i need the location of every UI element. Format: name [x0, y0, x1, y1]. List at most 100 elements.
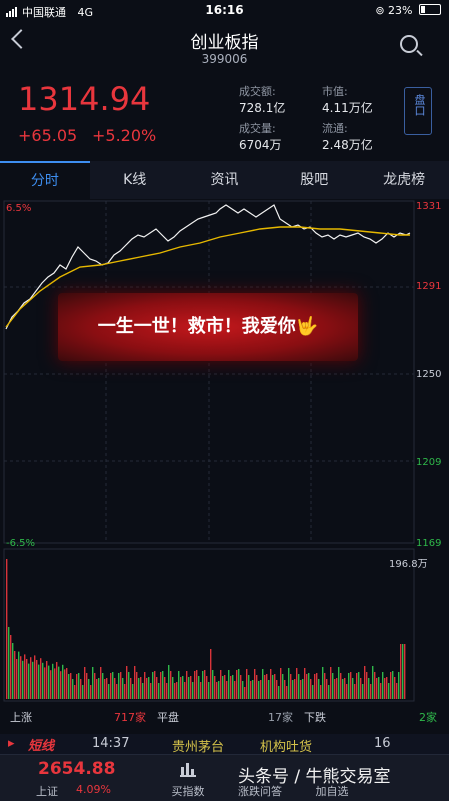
float-label: 流通:	[322, 122, 348, 135]
sh-index-value[interactable]: 2654.88	[38, 759, 115, 779]
volume-bar	[42, 662, 44, 699]
status-bar: 中国联通 4G 16:16 ⊚ 23%	[0, 0, 449, 22]
volume-bar	[6, 559, 8, 699]
volume-bar	[182, 676, 184, 699]
volume-bar	[48, 665, 50, 699]
volume-bar	[286, 686, 288, 699]
volume-bar	[44, 667, 46, 699]
volume-bar	[244, 687, 246, 699]
chart-bottom-pct: -6.5%	[6, 538, 36, 549]
volume-bar	[384, 678, 386, 699]
price-change: +65.05	[18, 126, 78, 145]
volume-max-label: 196.8万	[389, 559, 428, 570]
volume-bar	[210, 649, 212, 699]
tab-intraday[interactable]: 分时	[0, 161, 90, 199]
volume-bar	[134, 666, 136, 699]
volume-bar	[204, 670, 206, 699]
volume-bar	[314, 674, 316, 699]
volume-bar	[46, 661, 48, 699]
price-tick: 1331	[416, 201, 442, 212]
volume-bar	[214, 676, 216, 699]
volume-bar	[352, 678, 354, 699]
volume-bar	[80, 679, 82, 699]
volume-bar	[340, 673, 342, 699]
volume-bar	[228, 670, 230, 699]
ticker-time: 14:37	[92, 736, 130, 751]
volume-bar	[376, 678, 378, 699]
volume-bar	[98, 678, 100, 699]
overlay-banner: 一生一世！救市！我爱你🤟	[58, 293, 358, 361]
tab-news[interactable]: 资讯	[180, 161, 270, 199]
volume-bar	[394, 677, 396, 699]
volume-bar	[154, 671, 156, 699]
volume-bar	[232, 675, 234, 699]
volume-bar	[162, 671, 164, 699]
volume-bar	[308, 673, 310, 699]
volume-bar	[132, 684, 134, 699]
volume-bar	[66, 668, 68, 699]
price-tick: 1250	[416, 369, 442, 380]
volume-bar	[266, 674, 268, 699]
order-book-button[interactable]: 盘口	[404, 87, 432, 135]
volume-bar	[280, 668, 282, 699]
turnover-label: 成交额:	[239, 85, 276, 98]
mktcap-value: 4.11万亿	[322, 101, 373, 115]
volume-bar	[258, 681, 260, 699]
volume-bar	[56, 662, 58, 699]
volume-bar	[344, 678, 346, 699]
price-tick: 1209	[416, 457, 442, 468]
volume-bar	[404, 644, 406, 699]
volume-bar	[106, 678, 108, 699]
volume-bar	[354, 684, 356, 699]
volume-bar	[322, 667, 324, 699]
volume-bar	[148, 677, 150, 699]
down-label: 下跌	[304, 711, 326, 724]
tab-forum[interactable]: 股吧	[269, 161, 359, 199]
volume-bar	[126, 666, 128, 699]
volume-bar	[346, 684, 348, 699]
volume-bar	[324, 673, 326, 699]
volume-bar	[316, 673, 318, 699]
buy-index-label: 买指数	[171, 785, 205, 798]
volume-bar	[34, 655, 36, 699]
order-book-label: 盘口	[413, 94, 426, 116]
volume-bar	[364, 666, 366, 699]
lock-rotation-icon: ⊚	[375, 4, 385, 17]
price-tick: 1291	[416, 281, 442, 292]
volume-bar	[36, 660, 38, 699]
volume-bar	[372, 666, 374, 699]
volume-bar	[194, 671, 196, 699]
intraday-chart	[3, 200, 415, 702]
volume-bar	[150, 683, 152, 699]
volume-bar	[202, 671, 204, 699]
volume-bar	[350, 672, 352, 699]
volume-bar	[24, 654, 26, 699]
volume-bar	[380, 683, 382, 699]
volume-bar	[38, 664, 40, 699]
volume-bar	[294, 679, 296, 699]
index-code: 399006	[201, 52, 248, 66]
volume-bar	[92, 667, 94, 699]
volume-bar	[320, 685, 322, 699]
flat-count: 17家	[268, 711, 293, 724]
volume-bar	[334, 679, 336, 699]
page-title: 创业板指	[190, 33, 259, 53]
volume-bar	[312, 685, 314, 699]
volume-bar	[332, 673, 334, 699]
volume-bar	[40, 658, 42, 699]
volume-bar	[264, 675, 266, 699]
search-icon[interactable]	[400, 35, 418, 53]
volume-bar	[152, 672, 154, 699]
volume-bar	[360, 678, 362, 699]
ticker-tag: 短线	[28, 739, 55, 754]
tab-kline[interactable]: K线	[90, 161, 180, 199]
volume-bar	[156, 677, 158, 699]
volume-bar	[70, 673, 72, 699]
volume-bar	[114, 678, 116, 699]
chart-tabs: 分时 K线 资讯 股吧 龙虎榜	[0, 161, 449, 199]
tab-dragon-tiger[interactable]: 龙虎榜	[359, 161, 449, 199]
volume-bar	[110, 673, 112, 699]
buy-index-button[interactable]: 买指数	[158, 755, 218, 801]
volume-bar	[190, 676, 192, 699]
news-ticker[interactable]: ▸ 短线 14:37 贵州茅台 机构吐货 16	[0, 734, 449, 755]
